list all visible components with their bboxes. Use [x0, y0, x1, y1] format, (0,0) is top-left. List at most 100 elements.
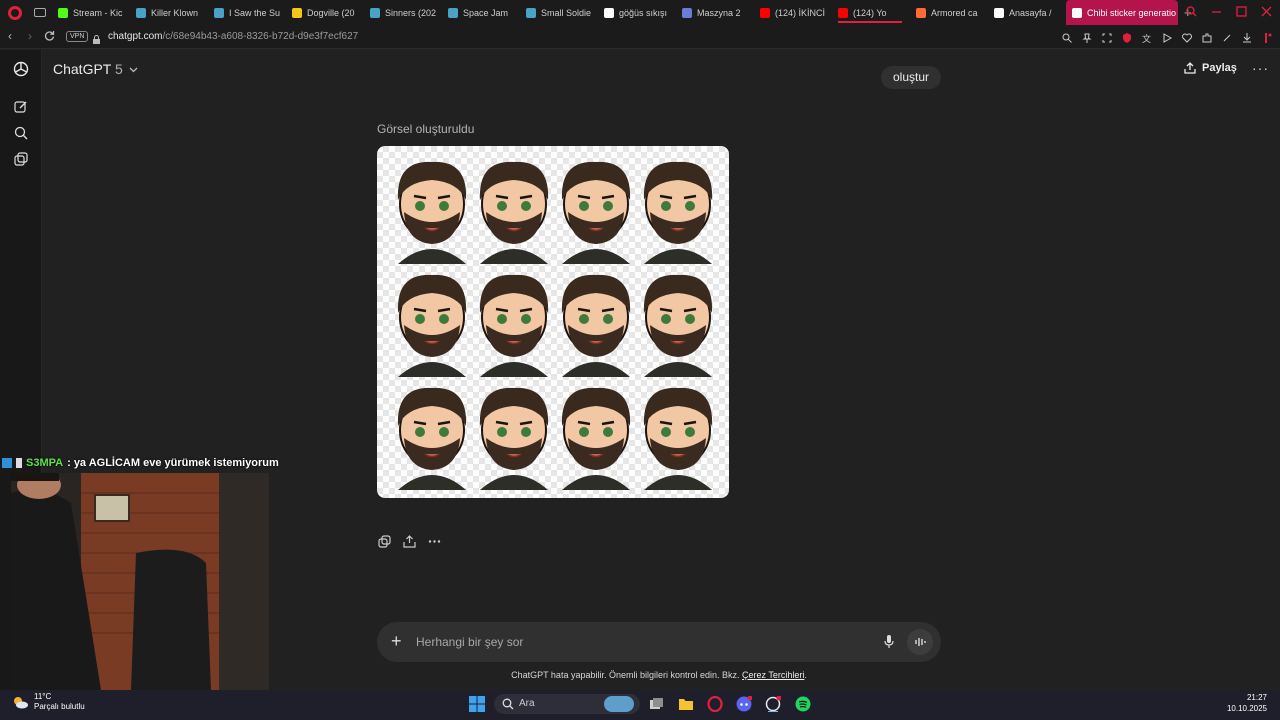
close-window-icon[interactable] — [1261, 4, 1272, 17]
screenshot-icon[interactable] — [1102, 30, 1112, 43]
browser-tab[interactable]: Killer Klown — [130, 0, 208, 25]
tab-favicon-icon — [1072, 7, 1082, 18]
start-menu-icon[interactable] — [469, 696, 485, 712]
new-chat-icon[interactable] — [14, 100, 28, 114]
clock-time: 21:27 — [1246, 693, 1267, 702]
browser-tab[interactable]: (124) İKİNCİ — [754, 0, 832, 25]
opera-gx-icon[interactable] — [707, 695, 723, 713]
sticker-face — [561, 274, 631, 377]
sticker-grid — [397, 161, 713, 490]
system-clock[interactable]: 21:27 10.10.2025 — [1227, 692, 1267, 714]
generated-sticker-image[interactable] — [377, 146, 729, 498]
browser-tab[interactable]: göğüs sıkışı — [598, 0, 676, 25]
tab-favicon-icon — [916, 7, 926, 18]
openai-logo-icon[interactable] — [13, 61, 29, 77]
model-name: ChatGPT — [53, 61, 112, 77]
tab-title: Small Soldie — [541, 7, 592, 18]
tab-title: Stream - Kic — [73, 7, 123, 18]
svg-text:文: 文 — [1142, 33, 1151, 43]
disclaimer-end: . — [804, 670, 807, 680]
model-version: 5 — [115, 61, 123, 77]
taskbar-search[interactable]: Ara — [494, 694, 640, 714]
browser-tab[interactable]: Armored ca — [910, 0, 988, 25]
share-label: Paylaş — [1202, 62, 1237, 74]
tab-title: Maszyna 2 — [697, 7, 741, 18]
voice-mode-button[interactable] — [907, 629, 933, 655]
share-button[interactable]: Paylaş — [1184, 62, 1237, 74]
tab-workspaces-icon[interactable] — [34, 8, 46, 17]
tab-favicon-icon — [760, 7, 770, 18]
url-host: chatgpt.com — [108, 31, 163, 42]
discord-icon[interactable] — [736, 695, 753, 712]
lock-icon[interactable] — [93, 31, 100, 44]
tab-title: I Saw the Su — [229, 7, 281, 18]
heart-icon[interactable] — [1182, 30, 1192, 43]
tab-title: Anasayfa / — [1009, 7, 1052, 18]
tab-favicon-icon — [994, 7, 1004, 18]
search-chats-icon[interactable] — [14, 126, 28, 140]
translate-icon[interactable]: 文 — [1142, 30, 1152, 45]
more-actions-icon[interactable] — [428, 535, 441, 548]
browser-tab[interactable]: Small Soldie — [520, 0, 598, 25]
webcam-overlay — [11, 473, 269, 690]
play-icon[interactable] — [1162, 30, 1173, 43]
sticker-face — [479, 274, 549, 377]
browser-tab[interactable]: Stream - Kic — [52, 0, 130, 25]
microphone-icon[interactable] — [884, 635, 894, 649]
browser-tab[interactable]: Anasayfa / — [988, 0, 1066, 25]
chat-text: : ya AGLİCAM eve yürümek istemiyorum — [67, 456, 279, 469]
chatgpt-app-icon[interactable] — [765, 695, 782, 713]
tab-favicon-icon — [58, 7, 68, 18]
sticker-face — [643, 387, 713, 490]
url-field[interactable]: chatgpt.com/c/68e94b43-a608-8326-b72d-d9… — [108, 31, 358, 42]
sidebar-toggle-icon[interactable] — [1262, 30, 1272, 43]
search-tabs-icon[interactable] — [1186, 4, 1197, 17]
back-icon[interactable]: ‹ — [8, 29, 12, 43]
browser-tab[interactable]: Sinners (202 — [364, 0, 442, 25]
opera-logo-icon[interactable] — [8, 5, 22, 20]
browser-tab[interactable]: Space Jam — [442, 0, 520, 25]
extensions-icon[interactable] — [1202, 30, 1212, 43]
maximize-icon[interactable] — [1236, 4, 1247, 17]
pin-icon[interactable] — [1082, 30, 1092, 43]
shield-extension-icon[interactable] — [1122, 30, 1132, 43]
sticker-face — [397, 274, 467, 377]
download-icon[interactable] — [1242, 30, 1252, 43]
sticker-face — [397, 387, 467, 490]
browser-tab[interactable]: Dogville (20 — [286, 0, 364, 25]
add-attachment-icon[interactable]: + — [391, 631, 402, 652]
task-view-icon[interactable] — [649, 696, 665, 712]
vpn-badge[interactable]: VPN — [66, 31, 89, 42]
chat-username: S3MPA — [26, 456, 64, 469]
tab-title: göğüs sıkışı — [619, 7, 668, 18]
library-icon[interactable] — [14, 152, 28, 166]
platform-badge-icon — [2, 457, 12, 468]
tab-favicon-icon — [448, 7, 458, 18]
browser-tab[interactable]: I Saw the Su — [208, 0, 286, 25]
message-actions — [378, 535, 441, 548]
share-icon — [1184, 62, 1196, 74]
tab-title: Dogville (20 — [307, 7, 355, 18]
copy-icon[interactable] — [378, 535, 391, 548]
reload-icon[interactable] — [44, 30, 55, 44]
spotify-icon[interactable] — [795, 696, 811, 712]
sticker-face — [479, 161, 549, 264]
zoom-icon[interactable] — [1062, 30, 1072, 43]
weather-condition: Parçalı bulutlu — [34, 702, 85, 711]
image-generated-label: Görsel oluşturuldu — [377, 122, 475, 136]
forward-icon[interactable]: › — [28, 29, 32, 43]
model-selector[interactable]: ChatGPT 5 — [53, 61, 138, 77]
browser-tab[interactable]: Chibi sticker generatio — [1066, 0, 1178, 25]
tab-favicon-icon — [526, 7, 536, 18]
browser-tab[interactable]: Maszyna 2 — [676, 0, 754, 25]
minimize-icon[interactable] — [1211, 4, 1222, 15]
more-options-icon[interactable]: ··· — [1252, 60, 1269, 76]
browser-tab[interactable]: (124) Yo — [832, 0, 910, 25]
share-image-icon[interactable] — [403, 535, 416, 548]
wallet-icon[interactable] — [1222, 30, 1232, 42]
file-explorer-icon[interactable] — [678, 696, 694, 712]
weather-widget[interactable]: 11°C Parçalı bulutlu — [12, 692, 85, 712]
cookie-preferences-link[interactable]: Çerez Tercihleri — [742, 670, 804, 680]
prompt-input[interactable] — [416, 632, 876, 652]
tab-title: (124) İKİNCİ — [775, 7, 826, 18]
